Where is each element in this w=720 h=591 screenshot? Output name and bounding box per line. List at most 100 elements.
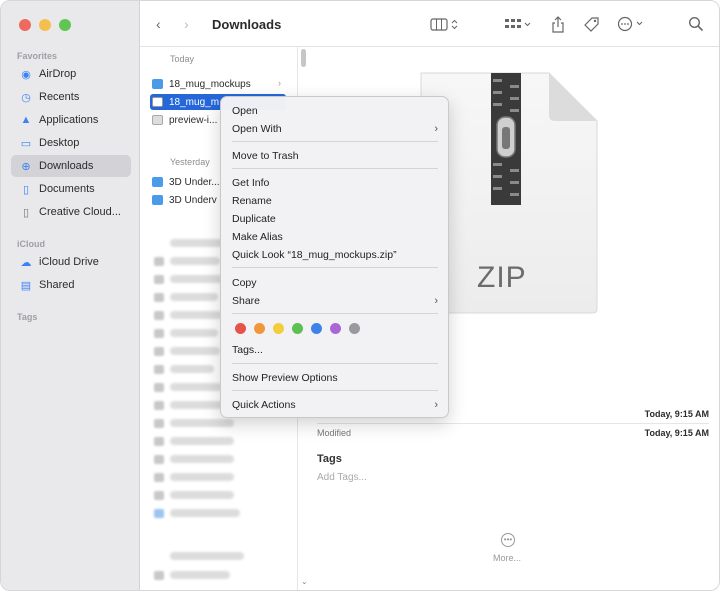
- blurred-file-row: [170, 419, 234, 427]
- share-icon: [552, 15, 564, 33]
- blurred-file-icon: [154, 293, 164, 302]
- context-menu: Open Open With › Move to Trash Get Info …: [220, 96, 449, 418]
- menu-item-label: Quick Look “18_mug_mockups.zip”: [232, 248, 397, 261]
- more-icon[interactable]: •••: [501, 533, 515, 547]
- sidebar-item-creative-cloud[interactable]: ▯ Creative Cloud...: [11, 201, 131, 223]
- blurred-file-row: [170, 509, 240, 517]
- blurred-file-icon: [154, 347, 164, 356]
- chevron-left-icon: ‹: [156, 16, 161, 32]
- menu-item-tags[interactable]: Tags...: [232, 341, 438, 358]
- action-menu-button[interactable]: [617, 15, 647, 33]
- download-icon: ⊕: [21, 160, 31, 173]
- menu-separator: [232, 363, 438, 364]
- blurred-file-row: [170, 383, 222, 391]
- blurred-file-row: [170, 311, 222, 319]
- menu-item-share[interactable]: Share ›: [232, 292, 438, 309]
- tag-purple-dot[interactable]: [330, 323, 341, 334]
- zip-label: ZIP: [477, 261, 527, 294]
- sidebar-item-recents[interactable]: ◷ Recents: [11, 86, 131, 108]
- tag-yellow-dot[interactable]: [273, 323, 284, 334]
- chevron-right-icon: ›: [434, 294, 438, 307]
- menu-item-make-alias[interactable]: Make Alias: [232, 228, 438, 245]
- menu-item-open[interactable]: Open: [232, 102, 438, 119]
- sidebar-item-downloads[interactable]: ⊕ Downloads: [11, 155, 131, 177]
- sidebar-item-desktop[interactable]: ▭ Desktop: [11, 132, 131, 154]
- more-button[interactable]: More...: [493, 553, 521, 563]
- document-icon: ▯: [22, 206, 30, 219]
- blurred-file-row: [170, 293, 218, 301]
- blurred-file-row: [170, 571, 230, 579]
- menu-item-show-preview-options[interactable]: Show Preview Options: [232, 369, 438, 386]
- blurred-file-icon: [154, 257, 164, 266]
- folder-icon: [152, 79, 163, 89]
- blurred-file-icon: [154, 473, 164, 482]
- close-window-button[interactable]: [19, 19, 31, 31]
- menu-item-quick-actions[interactable]: Quick Actions ›: [232, 396, 438, 413]
- tag-icon: [584, 16, 599, 32]
- menu-item-rename[interactable]: Rename: [232, 192, 438, 209]
- search-button[interactable]: [688, 15, 704, 33]
- menu-item-label: Show Preview Options: [232, 371, 338, 384]
- tag-gray-dot[interactable]: [349, 323, 360, 334]
- blurred-file-icon: [154, 401, 164, 410]
- sidebar-item-icloud-drive[interactable]: ☁ iCloud Drive: [11, 251, 131, 273]
- back-button[interactable]: ‹: [156, 15, 161, 33]
- finder-window: Favorites ◉ AirDrop ◷ Recents ▲ Applicat…: [0, 0, 720, 591]
- menu-item-label: Duplicate: [232, 212, 276, 225]
- tags-heading: Tags: [317, 453, 342, 465]
- add-tags-field[interactable]: Add Tags...: [317, 472, 367, 483]
- menu-item-copy[interactable]: Copy: [232, 274, 438, 291]
- zoom-window-button[interactable]: [59, 19, 71, 31]
- scrollbar-thumb[interactable]: [301, 49, 306, 67]
- sidebar: Favorites ◉ AirDrop ◷ Recents ▲ Applicat…: [1, 1, 140, 590]
- menu-item-move-to-trash[interactable]: Move to Trash: [232, 147, 438, 164]
- blurred-file-row: [170, 257, 220, 265]
- applications-icon: ▲: [20, 114, 32, 126]
- sidebar-item-label: AirDrop: [39, 68, 77, 80]
- menu-item-label: Tags...: [232, 343, 263, 356]
- chevron-right-icon: ›: [184, 16, 189, 32]
- tag-blue-dot[interactable]: [311, 323, 322, 334]
- menu-item-quick-look[interactable]: Quick Look “18_mug_mockups.zip”: [232, 246, 438, 263]
- zip-file-icon: [152, 97, 163, 107]
- metadata-label: Modified: [317, 428, 352, 438]
- sidebar-item-documents[interactable]: ▯ Documents: [11, 178, 131, 200]
- list-item-label: 3D Under...: [169, 176, 220, 188]
- menu-item-duplicate[interactable]: Duplicate: [232, 210, 438, 227]
- blurred-file-icon: [154, 509, 164, 518]
- sidebar-item-shared[interactable]: ▤ Shared: [11, 274, 131, 296]
- share-button[interactable]: [550, 15, 566, 33]
- blurred-group-header: [170, 552, 244, 560]
- desktop-icon: ▭: [20, 137, 32, 150]
- tag-green-dot[interactable]: [292, 323, 303, 334]
- tag-red-dot[interactable]: [235, 323, 246, 334]
- sidebar-item-label: Recents: [39, 91, 80, 103]
- toolbar: ‹ › Downloads: [140, 1, 719, 47]
- group-header-today: Today: [170, 54, 195, 64]
- group-by-button[interactable]: [504, 15, 532, 33]
- menu-item-label: Open: [232, 104, 258, 117]
- sidebar-item-applications[interactable]: ▲ Applications: [11, 109, 131, 131]
- cloud-icon: ☁: [20, 256, 32, 269]
- tag-orange-dot[interactable]: [254, 323, 265, 334]
- blurred-file-row: [170, 473, 234, 481]
- forward-button[interactable]: ›: [184, 15, 189, 33]
- menu-item-get-info[interactable]: Get Info: [232, 174, 438, 191]
- list-item[interactable]: 18_mug_mockups: [150, 76, 288, 92]
- document-icon: ▯: [22, 183, 30, 196]
- menu-item-open-with[interactable]: Open With ›: [232, 120, 438, 137]
- menu-separator: [232, 141, 438, 142]
- blurred-file-icon: [154, 437, 164, 446]
- minimize-window-button[interactable]: [39, 19, 51, 31]
- column-view-button[interactable]: [430, 15, 460, 33]
- sidebar-item-label: Creative Cloud...: [39, 206, 121, 218]
- blurred-file-icon: [154, 491, 164, 500]
- blurred-file-row: [170, 347, 220, 355]
- blurred-file-row: [170, 329, 218, 337]
- blurred-file-row: [170, 455, 234, 463]
- sidebar-item-airdrop[interactable]: ◉ AirDrop: [11, 63, 131, 85]
- sidebar-item-label: Documents: [39, 183, 95, 195]
- scroll-down-arrow[interactable]: ⌄: [301, 577, 308, 586]
- tag-button[interactable]: [583, 15, 600, 33]
- list-item-label: 3D Underv: [169, 194, 217, 206]
